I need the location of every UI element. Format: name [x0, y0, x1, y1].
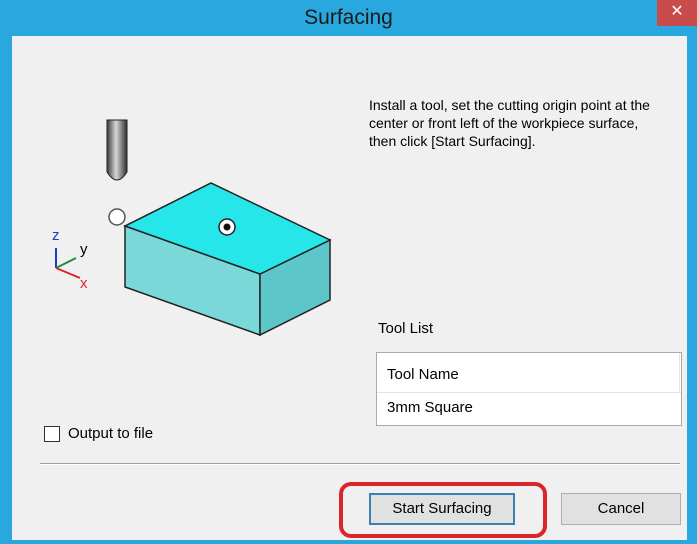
- close-button[interactable]: ✕: [657, 0, 697, 26]
- title-bar[interactable]: Surfacing ✕: [0, 0, 697, 36]
- workpiece-box-icon: [123, 182, 332, 337]
- surfacing-illustration: z y x: [52, 119, 332, 337]
- axis-label-z: z: [52, 227, 60, 244]
- divider: [40, 463, 680, 465]
- start-surfacing-button[interactable]: Start Surfacing: [369, 493, 515, 525]
- tool-list-label: Tool List: [378, 320, 434, 337]
- dialog-title: Surfacing: [304, 6, 393, 29]
- tool-list[interactable]: Tool Name 3mm Square: [376, 352, 682, 426]
- end-mill-tool-icon: [106, 119, 128, 181]
- axis-label-x: x: [80, 275, 88, 292]
- instructions-text: Install a tool, set the cutting origin p…: [369, 97, 650, 149]
- origin-center-icon: [218, 218, 236, 236]
- origin-front-left-icon: [108, 208, 126, 226]
- close-icon: ✕: [670, 3, 684, 20]
- output-to-file-checkbox[interactable]: [44, 426, 60, 442]
- cancel-button[interactable]: Cancel: [561, 493, 681, 525]
- tool-list-row[interactable]: 3mm Square: [377, 393, 681, 425]
- tool-list-header-tool-name[interactable]: Tool Name: [377, 353, 681, 393]
- axis-indicator-icon: z y x: [52, 227, 88, 292]
- tool-list-column-divider: [679, 353, 680, 393]
- output-to-file-label[interactable]: Output to file: [68, 425, 153, 442]
- axis-label-y: y: [80, 241, 88, 258]
